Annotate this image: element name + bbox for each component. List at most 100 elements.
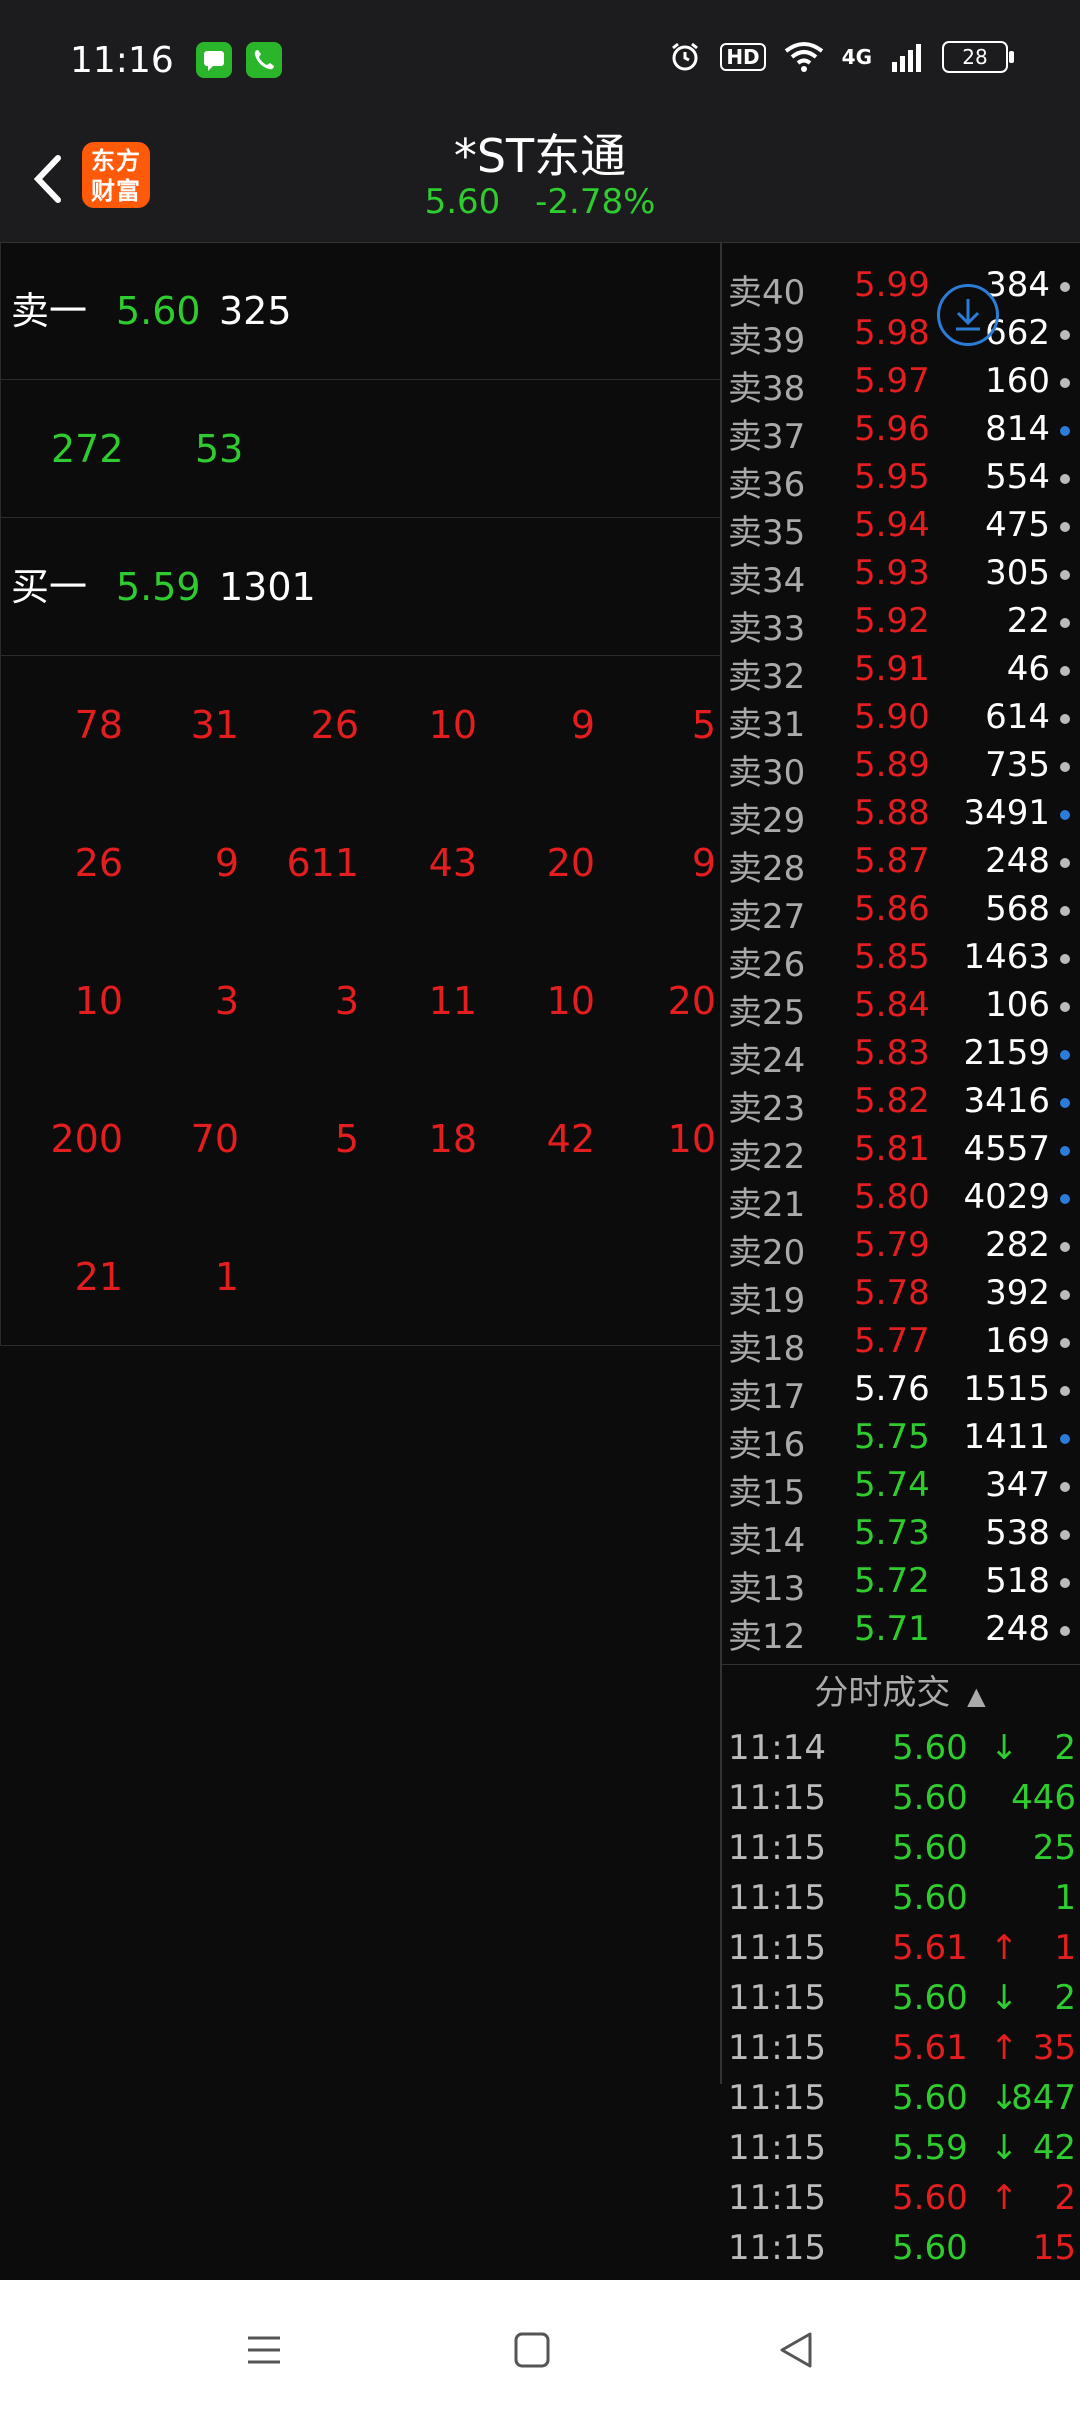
orderbook-row[interactable]: 卖19 5.78 392	[722, 1270, 1080, 1321]
orderbook-row[interactable]: 卖28 5.87 248	[722, 838, 1080, 889]
orderbook-price: 5.95	[854, 457, 930, 497]
queue-value: 53	[195, 427, 244, 471]
tick-time: 11:15	[728, 2028, 826, 2068]
orderbook-dot	[1060, 1434, 1070, 1444]
orderbook-row[interactable]: 卖30 5.89 735	[722, 742, 1080, 793]
queue-order-value: 10	[667, 1117, 716, 1161]
orderbook-dot	[1060, 1338, 1070, 1348]
queue-order-value: 10	[546, 979, 595, 1023]
queue-order-value: 611	[286, 841, 359, 885]
orderbook-row[interactable]: 卖24 5.83 2159	[722, 1030, 1080, 1081]
tick-time: 11:14	[728, 1728, 826, 1768]
tick-volume: 42	[1032, 2128, 1076, 2168]
ticks-header[interactable]: 分时成交 ▲	[720, 1664, 1080, 1723]
back-icon[interactable]	[766, 2320, 826, 2380]
orderbook-volume: 614	[985, 697, 1050, 737]
orderbook-row[interactable]: 卖36 5.95 554	[722, 454, 1080, 505]
orderbook-dot	[1060, 1050, 1070, 1060]
orderbook-dot	[1060, 1386, 1070, 1396]
orderbook-row[interactable]: 卖17 5.76 1515	[722, 1366, 1080, 1417]
orderbook-row[interactable]: 卖40 5.99 384	[722, 262, 1080, 313]
tick-direction-arrow: ↓	[990, 1728, 1019, 1768]
tick-time: 11:15	[728, 1878, 826, 1918]
download-icon[interactable]	[937, 284, 999, 346]
orderbook-price: 5.84	[854, 985, 930, 1025]
orderbook-price: 5.97	[854, 361, 930, 401]
orderbook-level: 卖14	[728, 1521, 806, 1561]
orderbook-price: 5.88	[854, 793, 930, 833]
sell1-row[interactable]: 卖一 5.60 325	[0, 242, 720, 380]
orderbook-row[interactable]: 卖31 5.90 614	[722, 694, 1080, 745]
buy1-price: 5.59	[116, 565, 201, 609]
orderbook-price: 5.89	[854, 745, 930, 785]
tick-time: 11:15	[728, 2178, 826, 2218]
orderbook-level: 卖33	[728, 609, 806, 649]
orderbook-row[interactable]: 卖13 5.72 518	[722, 1558, 1080, 1609]
tick-volume: 1	[1054, 1928, 1076, 1968]
orderbook-level: 卖19	[728, 1281, 806, 1321]
queue-order-value: 20	[546, 841, 595, 885]
orderbook-level: 卖26	[728, 945, 806, 985]
orderbook-row[interactable]: 卖33 5.92 22	[722, 598, 1080, 649]
orderbook-row[interactable]: 卖20 5.79 282	[722, 1222, 1080, 1273]
menu-icon[interactable]	[234, 2320, 294, 2380]
home-icon[interactable]	[502, 2320, 562, 2380]
tick-direction-arrow: ↓	[990, 1978, 1019, 2018]
orderbook-row[interactable]: 卖14 5.73 538	[722, 1510, 1080, 1561]
orderbook-volume: 46	[1006, 649, 1050, 689]
orderbook-dot	[1060, 570, 1070, 580]
orderbook-dot	[1060, 474, 1070, 484]
orderbook-level: 卖38	[728, 369, 806, 409]
orderbook-row[interactable]: 卖29 5.88 3491	[722, 790, 1080, 841]
orderbook-volume: 3491	[963, 793, 1050, 833]
orderbook-volume: 554	[985, 457, 1050, 497]
orderbook-dot	[1060, 1146, 1070, 1156]
phone-app-icon	[246, 42, 282, 78]
orderbook-row[interactable]: 卖18 5.77 169	[722, 1318, 1080, 1369]
status-bar: 11:16 HD 4G 28	[0, 0, 1080, 120]
queue-order-value: 9	[214, 841, 239, 885]
orderbook-row[interactable]: 卖34 5.93 305	[722, 550, 1080, 601]
sell1-price: 5.60	[116, 289, 201, 333]
orderbook-row[interactable]: 卖25 5.84 106	[722, 982, 1080, 1033]
tick-price: 5.60	[892, 1728, 968, 1768]
orderbook-dot	[1060, 858, 1070, 868]
orderbook-row[interactable]: 卖21 5.80 4029	[722, 1174, 1080, 1225]
tick-row: 11:15 5.60 446	[720, 1774, 1080, 1824]
orderbook-row[interactable]: 卖27 5.86 568	[722, 886, 1080, 937]
orderbook-price: 5.92	[854, 601, 930, 641]
orderbook-row[interactable]: 卖16 5.75 1411	[722, 1414, 1080, 1465]
orderbook-row[interactable]: 卖15 5.74 347	[722, 1462, 1080, 1513]
orderbook-level: 卖29	[728, 801, 806, 841]
buy1-row[interactable]: 买一 5.59 1301	[0, 518, 720, 656]
orderbook-row[interactable]: 卖37 5.96 814	[722, 406, 1080, 457]
tick-time: 11:15	[728, 1928, 826, 1968]
orderbook-row[interactable]: 卖39 5.98 662	[722, 310, 1080, 361]
orderbook-row[interactable]: 卖12 5.71 248	[722, 1606, 1080, 1657]
orderbook-row[interactable]: 卖35 5.94 475	[722, 502, 1080, 553]
orderbook-row[interactable]: 卖32 5.91 46	[722, 646, 1080, 697]
orderbook-price: 5.75	[854, 1417, 930, 1457]
tick-row: 11:15 5.60 ↓ 847	[720, 2074, 1080, 2124]
orderbook-dot	[1060, 378, 1070, 388]
orderbook-level: 卖36	[728, 465, 806, 505]
queue-order-value: 18	[428, 1117, 477, 1161]
buy1-queue-grid: 78 31 26 10 9 5 26 9 611 43 20 9 10 3 3 11 10 20 200 70 5 18 4…	[0, 656, 720, 1346]
orderbook-row[interactable]: 卖22 5.81 4557	[722, 1126, 1080, 1177]
orderbook-row[interactable]: 卖26 5.85 1463	[722, 934, 1080, 985]
orderbook-dot	[1060, 1242, 1070, 1252]
orderbook-level: 卖21	[728, 1185, 806, 1225]
orderbook-volume: 568	[985, 889, 1050, 929]
queue-order-value: 20	[667, 979, 716, 1023]
orderbook-row[interactable]: 卖38 5.97 160	[722, 358, 1080, 409]
tick-direction-arrow: ↓	[990, 2128, 1019, 2168]
stock-price: 5.60	[424, 182, 501, 222]
orderbook-volume: 814	[985, 409, 1050, 449]
tick-time: 11:15	[728, 2078, 826, 2118]
orderbook-dot	[1060, 426, 1070, 436]
orderbook-row[interactable]: 卖23 5.82 3416	[722, 1078, 1080, 1129]
orderbook-volume: 4029	[963, 1177, 1050, 1217]
queue-order-value: 26	[74, 841, 123, 885]
orderbook-volume: 518	[985, 1561, 1050, 1601]
tick-price: 5.60	[892, 1828, 968, 1868]
